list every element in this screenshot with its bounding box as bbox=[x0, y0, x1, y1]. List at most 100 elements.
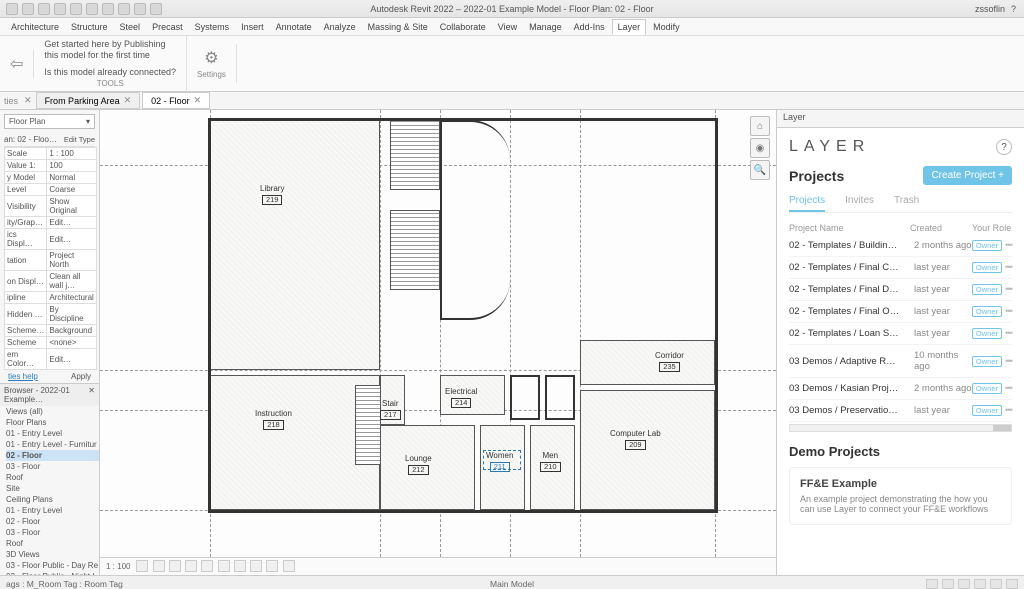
scrollbar-thumb[interactable] bbox=[993, 425, 1011, 431]
status-icon[interactable] bbox=[990, 579, 1002, 589]
edit-type-button[interactable]: Edit Type bbox=[64, 135, 95, 144]
browser-tree[interactable]: Views (all) Floor Plans 01 - Entry Level… bbox=[0, 406, 99, 575]
browser-item[interactable]: 02 - Floor bbox=[6, 450, 99, 461]
property-row[interactable]: on Displ…Clean all wall j… bbox=[5, 271, 97, 292]
project-row[interactable]: 03 Demos / Adaptive R…10 months agoOwner… bbox=[789, 345, 1012, 378]
property-row[interactable]: Scheme…Background bbox=[5, 325, 97, 337]
browser-item[interactable]: Roof bbox=[6, 472, 99, 483]
browser-item[interactable]: 01 - Entry Level bbox=[6, 505, 99, 516]
close-icon[interactable]: ✕ bbox=[124, 95, 132, 106]
help-icon[interactable]: ? bbox=[996, 139, 1012, 155]
ribbon-tab-analyze[interactable]: Analyze bbox=[319, 20, 361, 34]
connected-text[interactable]: Is this model already connected? bbox=[44, 67, 176, 77]
home-icon[interactable]: ⌂ bbox=[750, 116, 770, 136]
canvas-wrap[interactable]: Library 219 Instruction 218 Stair 217 bbox=[100, 110, 776, 557]
layer-tab-trash[interactable]: Trash bbox=[894, 195, 919, 212]
qat-icon[interactable] bbox=[86, 3, 98, 15]
property-row[interactable]: Scale1 : 100 bbox=[5, 148, 97, 160]
browser-item[interactable]: 01 - Entry Level - Furnitur bbox=[6, 439, 99, 450]
close-icon[interactable]: ✕ bbox=[194, 95, 202, 106]
status-icon[interactable] bbox=[942, 579, 954, 589]
project-row[interactable]: 02 - Templates / Loan S…last yearOwner••… bbox=[789, 323, 1012, 345]
ribbon-tab-massing-site[interactable]: Massing & Site bbox=[363, 20, 433, 34]
ribbon-tab-annotate[interactable]: Annotate bbox=[271, 20, 317, 34]
ribbon-tab-modify[interactable]: Modify bbox=[648, 20, 685, 34]
property-row[interactable]: Value 1:100 bbox=[5, 160, 97, 172]
ribbon-tab-layer[interactable]: Layer bbox=[612, 19, 647, 35]
qat-icon[interactable] bbox=[118, 3, 130, 15]
ribbon-tab-structure[interactable]: Structure bbox=[66, 20, 113, 34]
qat-icon[interactable] bbox=[38, 3, 50, 15]
browser-item[interactable]: 03 - Floor Public - Day Re bbox=[6, 560, 99, 571]
property-row[interactable]: Scheme<none> bbox=[5, 337, 97, 349]
project-row[interactable]: 03 Demos / Kasian Proj…2 months agoOwner… bbox=[789, 378, 1012, 400]
demo-card[interactable]: FF&E Example An example project demonstr… bbox=[789, 467, 1012, 525]
status-icon[interactable] bbox=[974, 579, 986, 589]
browser-item[interactable]: 01 - Entry Level bbox=[6, 428, 99, 439]
scale-display[interactable]: 1 : 100 bbox=[106, 562, 130, 571]
qat-icon[interactable] bbox=[22, 3, 34, 15]
qat-icon[interactable] bbox=[150, 3, 162, 15]
project-row[interactable]: 02 - Templates / Final C…last yearOwner•… bbox=[789, 257, 1012, 279]
browser-item[interactable]: 03 - Floor bbox=[6, 461, 99, 472]
property-row[interactable]: ics Displ…Edit… bbox=[5, 229, 97, 250]
user-name[interactable]: zssoflin bbox=[975, 4, 1005, 14]
browser-item[interactable]: Views (all) bbox=[6, 406, 99, 417]
browser-item[interactable]: 03 - Floor bbox=[6, 527, 99, 538]
view-tab[interactable]: From Parking Area✕ bbox=[36, 92, 141, 109]
horizontal-scrollbar[interactable] bbox=[789, 424, 1012, 432]
close-icon[interactable]: ✕ bbox=[88, 386, 95, 404]
layer-tab-invites[interactable]: Invites bbox=[845, 195, 874, 212]
detail-level-icon[interactable] bbox=[136, 560, 148, 572]
more-icon[interactable]: ••• bbox=[1005, 284, 1012, 295]
publish-panel[interactable]: ⇦ bbox=[0, 50, 34, 78]
apply-button[interactable]: Apply bbox=[71, 372, 91, 381]
status-icon[interactable] bbox=[958, 579, 970, 589]
shadows-icon[interactable] bbox=[185, 560, 197, 572]
layer-tab-projects[interactable]: Projects bbox=[789, 195, 825, 212]
props-instance-label[interactable]: an: 02 - Floo… bbox=[4, 135, 57, 144]
property-row[interactable]: y ModelNormal bbox=[5, 172, 97, 184]
qat-icon[interactable] bbox=[70, 3, 82, 15]
browser-item[interactable]: Site bbox=[6, 483, 99, 494]
property-row[interactable]: em Color…Edit… bbox=[5, 349, 97, 370]
create-project-button[interactable]: Create Project + bbox=[923, 166, 1012, 185]
property-row[interactable]: Hidden …By Discipline bbox=[5, 304, 97, 325]
status-icon[interactable] bbox=[926, 579, 938, 589]
more-icon[interactable]: ••• bbox=[1005, 240, 1012, 251]
status-model[interactable]: Main Model bbox=[490, 579, 534, 589]
more-icon[interactable]: ••• bbox=[1005, 405, 1012, 416]
ribbon-tab-systems[interactable]: Systems bbox=[190, 20, 235, 34]
ribbon-tab-view[interactable]: View bbox=[493, 20, 522, 34]
ribbon-tab-architecture[interactable]: Architecture bbox=[6, 20, 64, 34]
property-row[interactable]: LevelCoarse bbox=[5, 184, 97, 196]
ribbon-tab-add-ins[interactable]: Add-Ins bbox=[569, 20, 610, 34]
type-selector[interactable]: Floor Plan ▾ bbox=[4, 114, 95, 129]
nav-wheel-icon[interactable]: ◉ bbox=[750, 138, 770, 158]
browser-item[interactable]: Roof bbox=[6, 538, 99, 549]
settings-panel[interactable]: ⚙ Settings bbox=[187, 44, 237, 83]
view-tab[interactable]: 02 - Floor✕ bbox=[142, 92, 210, 109]
ribbon-tab-collaborate[interactable]: Collaborate bbox=[435, 20, 491, 34]
browser-item[interactable]: Ceiling Plans bbox=[6, 494, 99, 505]
constraint-icon[interactable] bbox=[283, 560, 295, 572]
more-icon[interactable]: ••• bbox=[1005, 356, 1012, 367]
visual-style-icon[interactable] bbox=[153, 560, 165, 572]
browser-item[interactable]: Floor Plans bbox=[6, 417, 99, 428]
qat-icon[interactable] bbox=[6, 3, 18, 15]
ribbon-tab-steel[interactable]: Steel bbox=[115, 20, 146, 34]
ribbon-tab-manage[interactable]: Manage bbox=[524, 20, 567, 34]
project-row[interactable]: 02 - Templates / Final O…last yearOwner•… bbox=[789, 301, 1012, 323]
project-row[interactable]: 02 - Templates / Buildin…2 months agoOwn… bbox=[789, 235, 1012, 257]
project-row[interactable]: 03 Demos / Preservatio…last yearOwner••• bbox=[789, 400, 1012, 422]
qat-icon[interactable] bbox=[54, 3, 66, 15]
browser-item[interactable]: 3D Views bbox=[6, 549, 99, 560]
ribbon-tab-precast[interactable]: Precast bbox=[147, 20, 188, 34]
zoom-icon[interactable]: 🔍 bbox=[750, 160, 770, 180]
ribbon-tab-insert[interactable]: Insert bbox=[236, 20, 269, 34]
properties-help-link[interactable]: ties help bbox=[8, 372, 38, 381]
qat-icon[interactable] bbox=[102, 3, 114, 15]
property-row[interactable]: ity/Grap…Edit… bbox=[5, 217, 97, 229]
crop-icon[interactable] bbox=[201, 560, 213, 572]
status-icon[interactable] bbox=[1006, 579, 1018, 589]
